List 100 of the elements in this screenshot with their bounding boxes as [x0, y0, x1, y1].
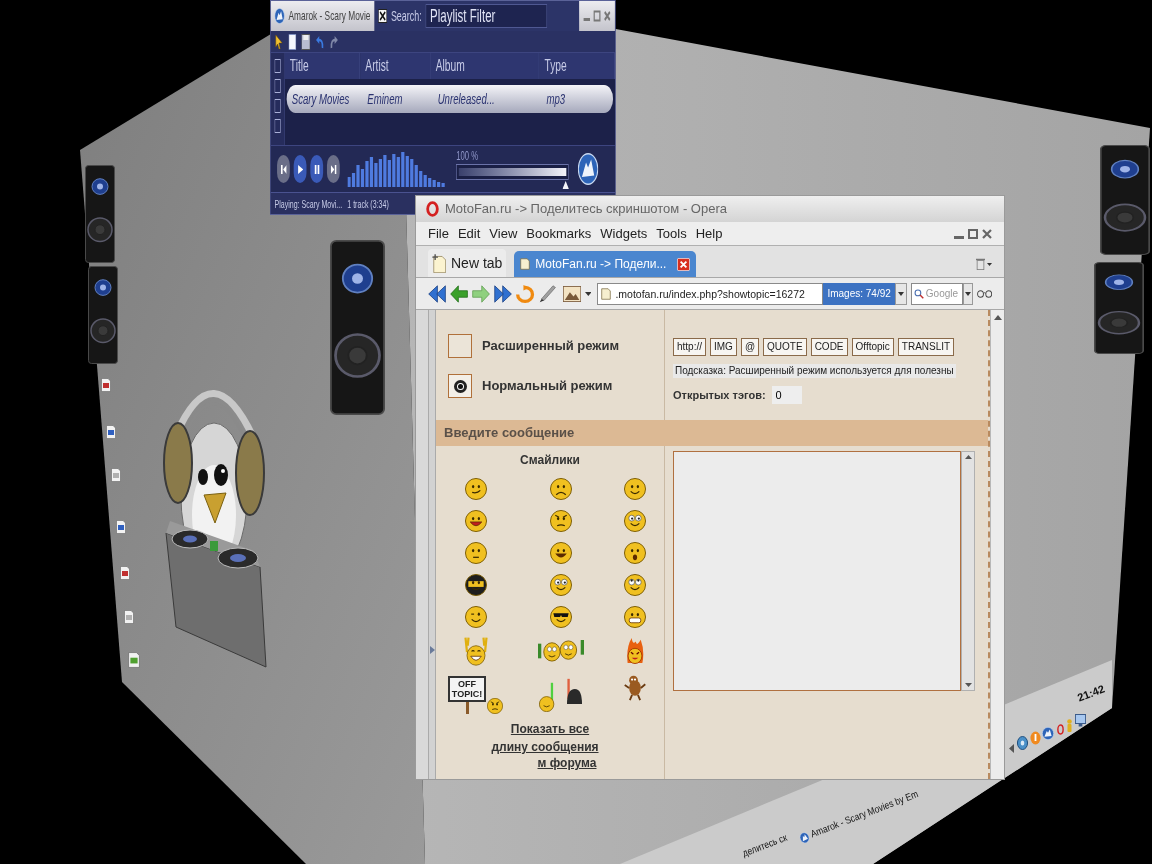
search-field[interactable]: Playlist Filter [425, 4, 548, 28]
menu-item[interactable]: Help [695, 223, 723, 244]
fast-forward-icon[interactable] [494, 284, 513, 303]
wide-eyed-smiley-icon[interactable] [624, 510, 646, 532]
laughing-smiley-icon[interactable] [464, 510, 487, 532]
caret-icon[interactable] [584, 291, 592, 296]
file-icon[interactable] [116, 520, 126, 534]
menu-item[interactable]: Tools [656, 223, 687, 244]
show-all-link[interactable]: Показать все [510, 722, 590, 737]
tag-button[interactable]: Offtopic [851, 338, 894, 356]
page-icon[interactable] [288, 33, 297, 50]
radio-button[interactable] [448, 334, 472, 358]
tray-arrow-icon[interactable] [1009, 744, 1014, 753]
file-icon[interactable] [111, 468, 121, 482]
close-icon[interactable] [603, 10, 612, 22]
helmet-lightsaber-icon[interactable] [567, 678, 582, 704]
cartoon-creature-icon[interactable] [624, 675, 646, 701]
column-header[interactable]: Title [284, 53, 361, 79]
thinking-smiley-icon[interactable] [464, 542, 487, 564]
tab[interactable]: MotoFan.ru -> Подели... [514, 251, 697, 277]
dropdown-button[interactable] [962, 282, 973, 305]
sunglasses-smiley-icon[interactable] [549, 606, 572, 628]
address-field[interactable]: .motofan.ru/index.php?showtopic=16272 [597, 282, 824, 305]
file-icon[interactable] [128, 652, 140, 668]
trash-icon[interactable] [976, 258, 985, 270]
close-icon[interactable] [982, 228, 992, 239]
tag-button[interactable]: CODE [810, 338, 848, 356]
ninja-smiley-icon[interactable] [464, 574, 487, 596]
pause-button[interactable] [310, 155, 324, 183]
taskbar-item[interactable]: Amarok - Scary Movies by Em [797, 788, 920, 845]
grinning-smiley-icon[interactable] [549, 542, 572, 564]
glasses-icon[interactable] [976, 289, 993, 298]
menu-item[interactable]: Edit [457, 223, 481, 244]
speaker-icon [1100, 145, 1150, 255]
tag-button[interactable]: http:// [673, 338, 706, 356]
menu-item[interactable]: Bookmarks [526, 223, 592, 244]
next-button[interactable] [326, 155, 340, 183]
caret-icon[interactable] [987, 262, 992, 266]
message-field[interactable] [673, 451, 961, 691]
tag-button[interactable]: QUOTE [763, 338, 807, 356]
monitor-icon[interactable] [1075, 713, 1086, 727]
menu-item[interactable]: View [489, 223, 518, 244]
file-icon[interactable] [106, 425, 116, 439]
tag-button[interactable]: TRANSLIT [897, 338, 955, 356]
menu-item[interactable]: File [428, 223, 449, 244]
previous-button[interactable] [277, 155, 290, 183]
file-icon[interactable] [120, 566, 130, 580]
images-badge[interactable]: Images: 74/92 [823, 282, 895, 305]
image-icon[interactable] [562, 285, 581, 302]
menu-item[interactable]: Widgets [600, 223, 648, 244]
eye-rolling-smiley-icon[interactable] [624, 574, 646, 596]
status-text: 1 track (3:34) [347, 197, 389, 213]
column-header[interactable]: Album [430, 53, 540, 79]
tab-icon[interactable] [274, 99, 281, 113]
scrollbar[interactable] [961, 451, 975, 691]
maximize-icon[interactable] [593, 10, 601, 22]
clear-search-icon[interactable] [378, 9, 388, 23]
tag-button[interactable]: @ [740, 338, 760, 356]
tab-icon[interactable] [274, 119, 281, 133]
o-logo-icon[interactable] [1057, 724, 1064, 735]
winking-smiley-icon[interactable] [464, 606, 487, 628]
radio-button[interactable] [448, 374, 472, 398]
shocked-smiley-icon[interactable] [624, 542, 646, 564]
beer-toast-smileys-icon[interactable] [537, 640, 584, 662]
fire-smiley-icon[interactable] [626, 638, 644, 664]
app-logo-icon [1042, 727, 1054, 740]
tab-icon[interactable] [274, 59, 281, 73]
tag-button[interactable]: IMG [710, 338, 737, 356]
sad-smiley-icon[interactable] [549, 478, 572, 500]
angry-smiley-icon[interactable] [549, 510, 572, 532]
playlist-row[interactable]: Scary Movies Eminem Unreleased... mp3 [286, 85, 614, 113]
lightsaber-smiley-icon[interactable] [539, 682, 555, 712]
file-icon[interactable] [101, 378, 111, 392]
column-header[interactable]: Artist [360, 53, 431, 79]
pen-icon[interactable] [538, 284, 557, 303]
toothy-smiley-icon[interactable] [624, 606, 646, 628]
volume-slider[interactable] [456, 163, 569, 190]
back-icon[interactable] [450, 284, 469, 303]
tab-icon[interactable] [274, 79, 281, 93]
link[interactable]: м форума [537, 756, 597, 771]
maximize-icon[interactable] [968, 228, 978, 239]
rock-hands-smiley-icon[interactable] [463, 636, 488, 666]
tab-close-icon[interactable] [677, 257, 691, 271]
link[interactable]: длину сообщения [491, 740, 599, 755]
volume-thumb-icon[interactable] [562, 180, 569, 189]
scrollbar[interactable] [990, 310, 1004, 779]
caret-icon[interactable] [897, 291, 904, 296]
smiley-icon[interactable] [624, 478, 646, 500]
column-header[interactable]: Type [539, 53, 615, 79]
open-tags-field[interactable]: 0 [771, 386, 802, 404]
play-button[interactable] [293, 155, 307, 183]
angry-smiley-icon[interactable] [487, 698, 503, 714]
search-field[interactable]: Google [910, 282, 963, 305]
smirking-smiley-icon[interactable] [464, 478, 487, 500]
rewind-icon[interactable] [428, 284, 447, 303]
new-tab-button[interactable]: New tab [428, 249, 507, 277]
floppy-icon[interactable] [301, 33, 311, 50]
file-icon[interactable] [124, 610, 134, 624]
wide-eyed-smiley-icon[interactable] [549, 574, 572, 596]
caret-icon[interactable] [964, 291, 971, 296]
